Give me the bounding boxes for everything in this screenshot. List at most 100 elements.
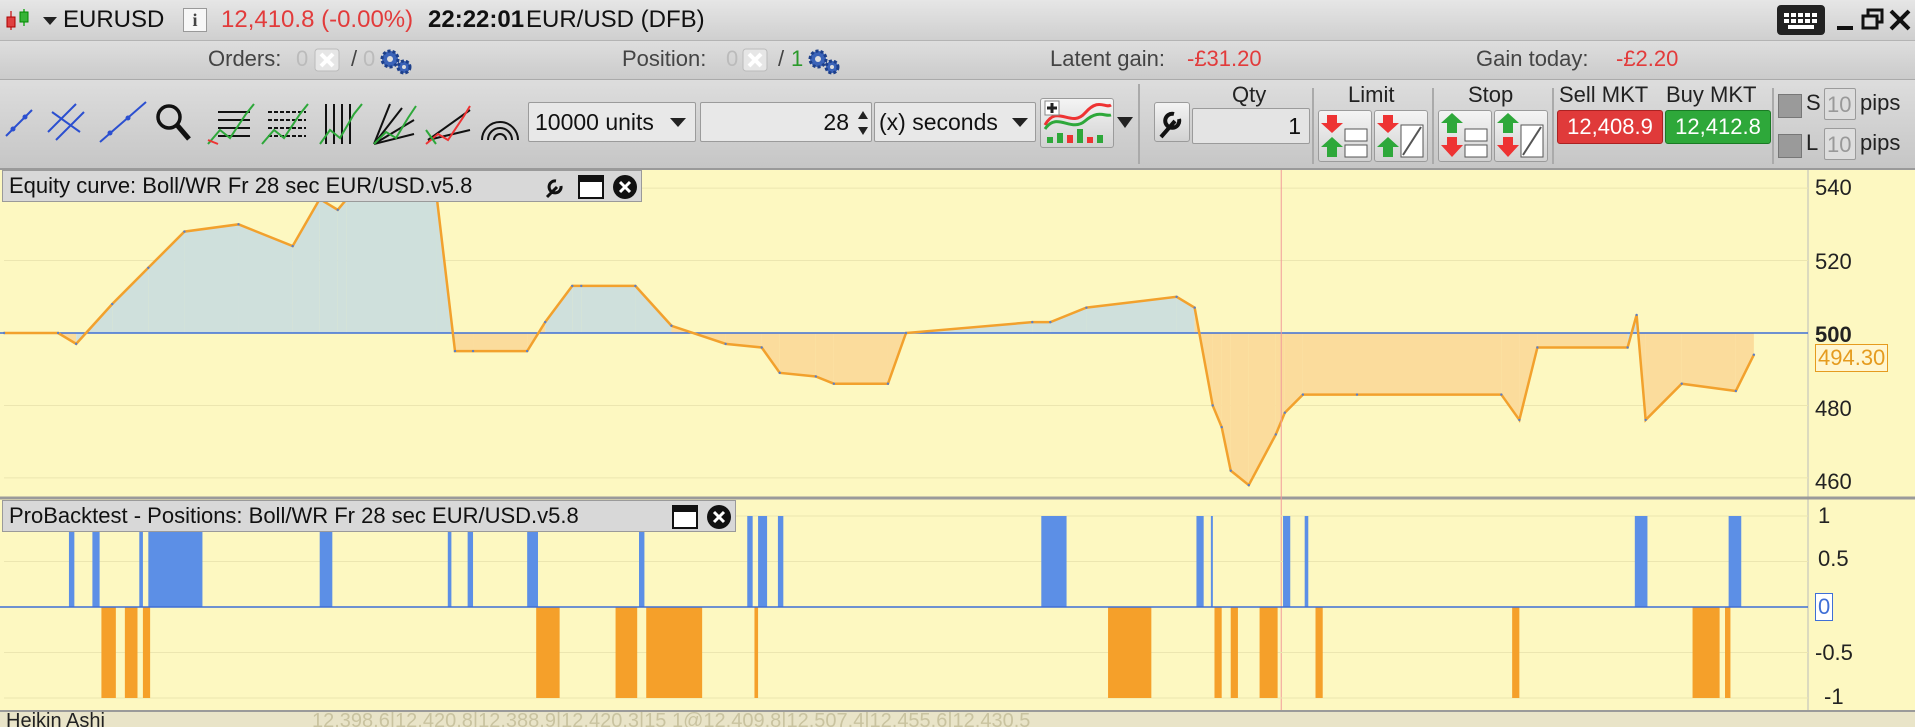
limit-pips-input[interactable]: 10 bbox=[1824, 128, 1856, 160]
short-position-bar bbox=[142, 607, 151, 698]
sell-limit-button[interactable] bbox=[1374, 110, 1428, 162]
buy-stop-button[interactable] bbox=[1438, 110, 1492, 162]
keyboard-icon[interactable] bbox=[1777, 5, 1825, 35]
close-position-icon[interactable] bbox=[742, 48, 768, 72]
equity-point bbox=[336, 208, 339, 212]
position-gears-icon[interactable] bbox=[806, 47, 842, 75]
gears-icon[interactable] bbox=[378, 47, 414, 75]
equity-fill-segment bbox=[238, 224, 293, 333]
qty-input[interactable]: 1 bbox=[1192, 108, 1310, 144]
orders-count-2: 0 bbox=[363, 46, 376, 71]
buy-market-button[interactable]: 12,412.8 bbox=[1665, 110, 1771, 144]
equity-fill-segment bbox=[337, 198, 347, 333]
limit-checkbox-label: L bbox=[1806, 130, 1819, 155]
equity-point bbox=[1752, 353, 1756, 356]
chart-area[interactable]: Equity curve: Boll/WR Fr 28 sec EUR/USD.… bbox=[0, 170, 1915, 727]
close-pane-icon[interactable] bbox=[611, 173, 639, 201]
position-label: Position: bbox=[622, 46, 707, 71]
short-position-bar bbox=[1214, 607, 1222, 698]
window-icon[interactable] bbox=[577, 174, 605, 200]
chart-canvas[interactable] bbox=[0, 170, 1915, 725]
ticket-settings-button[interactable] bbox=[1154, 102, 1190, 142]
equity-point bbox=[571, 284, 574, 288]
instrument-header: EURUSD i 12,410.8 (-0.00%) 22:22:01 EUR/… bbox=[0, 0, 1915, 41]
restore-icon[interactable] bbox=[1861, 8, 1885, 32]
magnifier-icon[interactable] bbox=[154, 102, 192, 144]
stop-pips-input[interactable]: 10 bbox=[1824, 88, 1856, 120]
toolbar: 10000 units 28 (x) seconds Qty 1 Limit S… bbox=[0, 80, 1915, 170]
short-position-bar bbox=[536, 607, 560, 698]
equity-fill-segment bbox=[1230, 333, 1249, 486]
limit-label: Limit bbox=[1348, 82, 1395, 107]
equity-point bbox=[1175, 295, 1178, 298]
positions-axis-tick: 0 bbox=[1815, 593, 1834, 621]
stop-checkbox[interactable] bbox=[1778, 94, 1802, 118]
chevron-down-icon[interactable] bbox=[1116, 116, 1134, 130]
candlestick-icon[interactable] bbox=[4, 8, 32, 32]
channel-tool-icon[interactable] bbox=[46, 102, 86, 142]
equity-point bbox=[1247, 483, 1250, 487]
equity-fill-segment bbox=[473, 333, 528, 352]
equity-fill-segment bbox=[833, 333, 888, 384]
add-indicator-button[interactable] bbox=[1040, 98, 1114, 148]
equity-point bbox=[760, 346, 763, 349]
qty-value: 1 bbox=[1288, 113, 1301, 139]
equity-point bbox=[1301, 393, 1305, 396]
close-pane-icon[interactable] bbox=[705, 503, 733, 531]
cancel-orders-icon[interactable] bbox=[314, 48, 340, 72]
arc-tool-icon[interactable] bbox=[478, 102, 522, 142]
orders-label: Orders: bbox=[208, 46, 282, 71]
chevron-down-icon bbox=[670, 118, 686, 127]
horizontal-lines-icon[interactable] bbox=[206, 100, 256, 146]
units-dropdown[interactable]: 10000 units bbox=[528, 102, 696, 142]
wrench-icon[interactable] bbox=[541, 173, 569, 201]
ray-tool-icon[interactable] bbox=[98, 100, 148, 144]
short-position-bar bbox=[646, 607, 703, 698]
chevron-down-icon[interactable] bbox=[42, 16, 58, 26]
fibonacci-icon[interactable] bbox=[260, 100, 310, 146]
equity-point bbox=[74, 342, 78, 346]
stop-label: Stop bbox=[1468, 82, 1514, 107]
chevron-down-icon bbox=[1012, 118, 1028, 127]
equity-point bbox=[291, 244, 294, 248]
equity-point bbox=[1211, 404, 1214, 407]
info-icon[interactable]: i bbox=[183, 8, 207, 32]
close-icon[interactable] bbox=[1888, 8, 1912, 32]
equity-fill-segment bbox=[1681, 333, 1736, 391]
long-position-bar bbox=[747, 516, 753, 607]
equity-fill-segment bbox=[815, 333, 834, 384]
short-position-bar bbox=[754, 607, 759, 698]
equity-fill-segment bbox=[779, 333, 816, 377]
trend-angle-icon[interactable] bbox=[424, 100, 472, 146]
buy-limit-button[interactable] bbox=[1318, 110, 1372, 162]
line-tool-icon[interactable] bbox=[4, 104, 34, 140]
wrench-icon bbox=[1159, 111, 1182, 139]
equity-point bbox=[471, 349, 475, 353]
sell-market-button[interactable]: 12,408.9 bbox=[1557, 110, 1663, 144]
toolbar-divider bbox=[1312, 88, 1314, 164]
gann-fan-icon[interactable] bbox=[370, 100, 418, 146]
symbol-name[interactable]: EURUSD bbox=[63, 6, 164, 34]
window-icon[interactable] bbox=[671, 504, 699, 530]
limit-checkbox[interactable] bbox=[1778, 134, 1802, 158]
limit-order-icon bbox=[1377, 115, 1424, 158]
minimize-icon[interactable] bbox=[1834, 8, 1856, 32]
spinner-arrows-icon[interactable] bbox=[857, 109, 869, 137]
long-position-bar bbox=[1283, 516, 1291, 607]
stop-order-icon bbox=[1441, 113, 1488, 158]
equity-point bbox=[1283, 411, 1287, 414]
heikin-ashi-title: Heikin Ashi bbox=[6, 710, 105, 727]
equity-pane-title: Equity curve: Boll/WR Fr 28 sec EUR/USD.… bbox=[9, 173, 473, 198]
limit-pips-unit: pips bbox=[1860, 130, 1901, 155]
equity-point bbox=[724, 342, 727, 346]
equity-point bbox=[2, 331, 6, 335]
vertical-lines-icon[interactable] bbox=[318, 100, 364, 146]
equity-fill-segment bbox=[1537, 333, 1628, 348]
period-stepper[interactable]: 28 bbox=[700, 102, 872, 142]
gain-today-label: Gain today: bbox=[1476, 46, 1589, 71]
equity-point bbox=[56, 331, 60, 335]
sell-stop-button[interactable] bbox=[1494, 110, 1548, 162]
period-unit-dropdown[interactable]: (x) seconds bbox=[874, 102, 1036, 142]
position-separator: / bbox=[778, 46, 785, 71]
equity-fill-segment bbox=[1284, 333, 1303, 413]
